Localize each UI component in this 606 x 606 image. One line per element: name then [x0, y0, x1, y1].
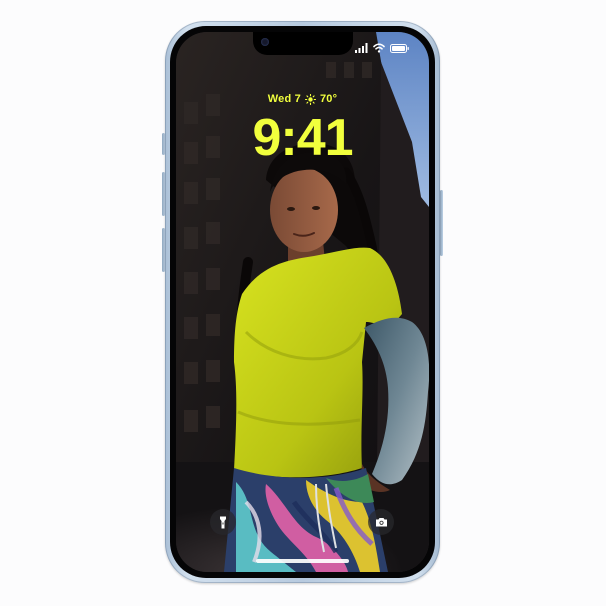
lock-screen: Wed 7 70° 9:41 [176, 32, 429, 572]
date-label: Wed 7 [267, 93, 301, 105]
flashlight-button[interactable] [210, 509, 236, 535]
sun-icon [304, 93, 316, 105]
cellular-signal-icon [355, 43, 368, 53]
temperature-label: 70° [319, 93, 338, 105]
product-shot-stage: Wed 7 70° 9:41 [0, 0, 606, 606]
flashlight-icon [220, 516, 226, 528]
home-indicator[interactable] [256, 559, 349, 563]
side-button [440, 190, 443, 256]
battery-icon [390, 43, 409, 53]
status-bar [355, 42, 409, 54]
lock-screen-clock: 9:41 [252, 109, 353, 167]
camera-button[interactable] [368, 509, 394, 535]
front-camera [261, 38, 269, 46]
camera-icon [375, 518, 387, 527]
date-weather-row: Wed 7 70° [176, 93, 429, 105]
wifi-icon [373, 43, 385, 53]
